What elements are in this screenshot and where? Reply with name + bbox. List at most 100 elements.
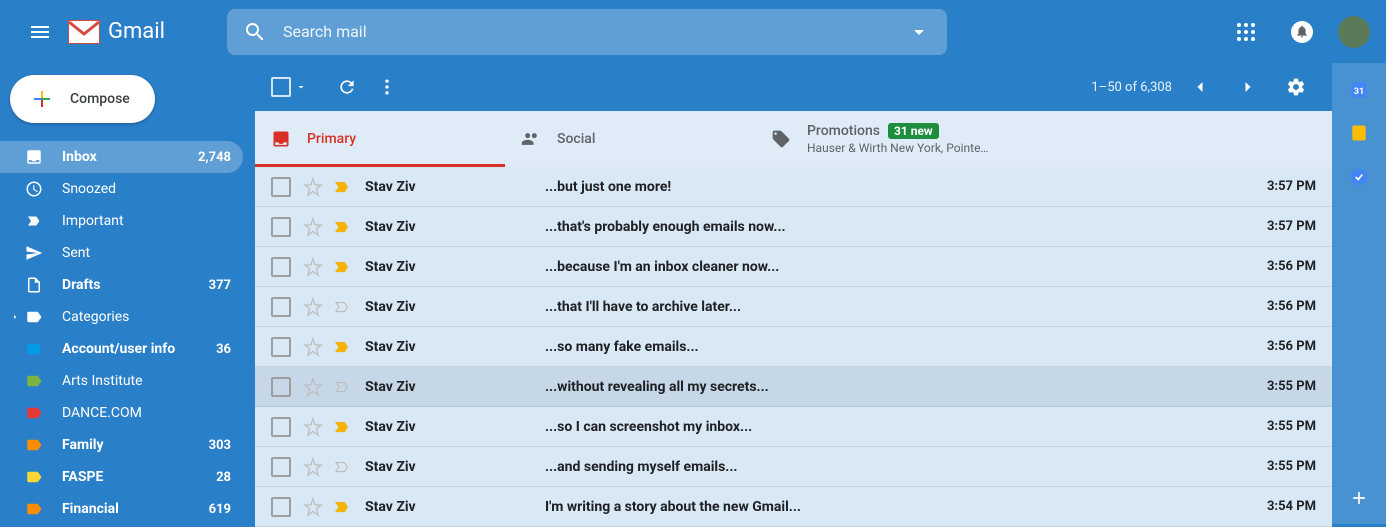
star-icon[interactable] xyxy=(303,177,323,197)
avatar[interactable] xyxy=(1338,16,1370,48)
important-icon[interactable] xyxy=(333,418,351,436)
tab-social[interactable]: Social xyxy=(505,111,755,167)
sidebar-item-family[interactable]: Family303 xyxy=(0,429,243,461)
mail-checkbox[interactable] xyxy=(271,257,291,277)
mail-checkbox[interactable] xyxy=(271,457,291,477)
nav-count: 2,748 xyxy=(198,150,231,165)
star-icon[interactable] xyxy=(303,297,323,317)
star-icon[interactable] xyxy=(303,337,323,357)
mail-checkbox[interactable] xyxy=(271,217,291,237)
add-button[interactable] xyxy=(1349,488,1369,508)
label-icon xyxy=(24,372,44,390)
important-icon[interactable] xyxy=(333,498,351,516)
label-icon xyxy=(24,436,44,454)
label-icon xyxy=(24,404,44,422)
mail-sender: Stav Ziv xyxy=(365,219,545,235)
search-bar[interactable] xyxy=(227,9,947,55)
star-icon[interactable] xyxy=(303,497,323,517)
mail-checkbox[interactable] xyxy=(271,497,291,517)
tab-primary[interactable]: Primary xyxy=(255,111,505,167)
star-icon[interactable] xyxy=(303,217,323,237)
sent-icon xyxy=(24,244,44,262)
star-icon[interactable] xyxy=(303,257,323,277)
mail-row[interactable]: Stav Ziv...so I can screenshot my inbox.… xyxy=(255,407,1332,447)
nav-label: Categories xyxy=(62,309,231,325)
sidebar-item-financial[interactable]: Financial619 xyxy=(0,493,243,525)
sidebar-item-arts-institute[interactable]: Arts Institute xyxy=(0,365,243,397)
select-all-checkbox[interactable] xyxy=(271,77,291,97)
mail-checkbox[interactable] xyxy=(271,337,291,357)
tab-promotions[interactable]: Promotions 31 new Hauser & Wirth New Yor… xyxy=(755,111,1005,167)
mail-checkbox[interactable] xyxy=(271,177,291,197)
mail-row[interactable]: Stav Ziv...that's probably enough emails… xyxy=(255,207,1332,247)
label-icon xyxy=(24,500,44,518)
mail-sender: Stav Ziv xyxy=(365,179,545,195)
main-menu-button[interactable] xyxy=(16,8,64,56)
important-icon[interactable] xyxy=(333,378,351,396)
mail-row[interactable]: Stav ZivI'm writing a story about the ne… xyxy=(255,487,1332,527)
search-dropdown-icon[interactable] xyxy=(907,20,931,44)
nav-count: 377 xyxy=(209,278,231,293)
sidebar-item-important[interactable]: Important xyxy=(0,205,243,237)
star-icon[interactable] xyxy=(303,377,323,397)
compose-button[interactable]: Compose xyxy=(10,75,155,123)
tab-primary-label: Primary xyxy=(307,131,356,147)
apps-icon[interactable] xyxy=(1226,12,1266,52)
refresh-button[interactable] xyxy=(327,67,367,107)
tab-social-label: Social xyxy=(557,131,595,147)
prev-page-button[interactable] xyxy=(1180,67,1220,107)
mail-subject: ...without revealing all my secrets... xyxy=(545,379,1255,395)
sidebar-item-inbox[interactable]: Inbox2,748 xyxy=(0,141,243,173)
people-icon xyxy=(521,129,541,149)
tasks-icon[interactable] xyxy=(1349,167,1369,187)
gmail-text: Gmail xyxy=(108,19,165,44)
svg-text:31: 31 xyxy=(1354,87,1365,97)
search-input[interactable] xyxy=(283,22,907,41)
notifications-icon[interactable] xyxy=(1282,12,1322,52)
important-icon[interactable] xyxy=(333,338,351,356)
next-page-button[interactable] xyxy=(1228,67,1268,107)
sidebar-item-categories[interactable]: Categories xyxy=(0,301,243,333)
nav-label: Inbox xyxy=(62,149,198,165)
keep-icon[interactable] xyxy=(1349,123,1369,143)
mail-time: 3:56 PM xyxy=(1267,339,1316,354)
mail-checkbox[interactable] xyxy=(271,297,291,317)
important-icon[interactable] xyxy=(333,458,351,476)
important-icon[interactable] xyxy=(333,178,351,196)
sidebar-item-snoozed[interactable]: Snoozed xyxy=(0,173,243,205)
mail-row[interactable]: Stav Ziv...without revealing all my secr… xyxy=(255,367,1332,407)
sidebar-item-drafts[interactable]: Drafts377 xyxy=(0,269,243,301)
important-icon[interactable] xyxy=(333,258,351,276)
mail-subject: ...but just one more! xyxy=(545,179,1255,195)
sidebar-item-faspe[interactable]: FASPE28 xyxy=(0,461,243,493)
gmail-logo[interactable]: Gmail xyxy=(68,19,165,44)
mail-checkbox[interactable] xyxy=(271,377,291,397)
star-icon[interactable] xyxy=(303,457,323,477)
tab-promotions-label: Promotions xyxy=(807,123,880,139)
mail-sender: Stav Ziv xyxy=(365,499,545,515)
mail-row[interactable]: Stav Ziv...that I'll have to archive lat… xyxy=(255,287,1332,327)
more-button[interactable] xyxy=(367,67,407,107)
settings-button[interactable] xyxy=(1276,67,1316,107)
sidebar-item-sent[interactable]: Sent xyxy=(0,237,243,269)
nav-label: FASPE xyxy=(62,469,216,485)
mail-row[interactable]: Stav Ziv...so many fake emails...3:56 PM xyxy=(255,327,1332,367)
sidebar-item-dance-com[interactable]: DANCE.COM xyxy=(0,397,243,429)
mail-time: 3:57 PM xyxy=(1267,179,1316,194)
star-icon[interactable] xyxy=(303,417,323,437)
mail-row[interactable]: Stav Ziv...but just one more! 3:57 PM xyxy=(255,167,1332,207)
label-icon xyxy=(24,340,44,358)
mail-checkbox[interactable] xyxy=(271,417,291,437)
nav-label: Important xyxy=(62,213,231,229)
mail-row[interactable]: Stav Ziv...and sending myself emails...3… xyxy=(255,447,1332,487)
mail-time: 3:55 PM xyxy=(1267,379,1316,394)
mail-row[interactable]: Stav Ziv...because I'm an inbox cleaner … xyxy=(255,247,1332,287)
important-icon[interactable] xyxy=(333,218,351,236)
nav-count: 619 xyxy=(209,502,231,517)
nav-label: Sent xyxy=(62,245,231,261)
select-dropdown-icon[interactable] xyxy=(295,81,307,93)
important-icon[interactable] xyxy=(333,298,351,316)
nav-label: Account/user info xyxy=(62,341,216,357)
calendar-icon[interactable]: 31 xyxy=(1349,79,1369,99)
sidebar-item-account-user-info[interactable]: Account/user info36 xyxy=(0,333,243,365)
